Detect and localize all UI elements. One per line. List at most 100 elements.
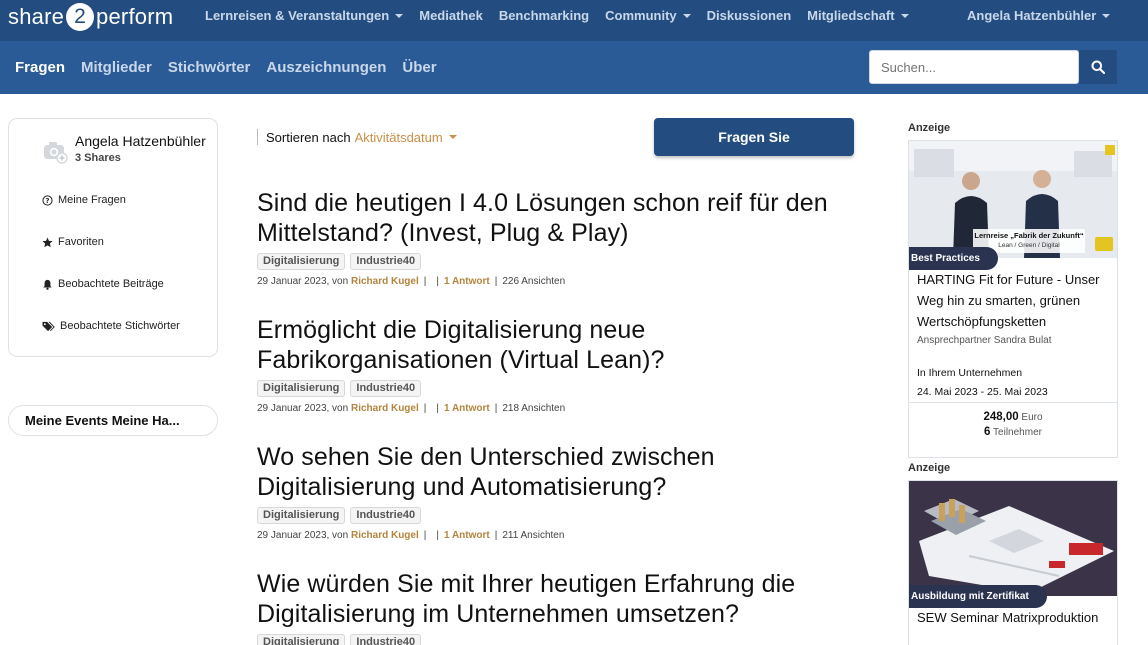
answers-link[interactable]: 1 Antwort <box>444 276 490 287</box>
question-tags: Digitalisierung Industrie40 <box>257 380 857 397</box>
sidebar-link-meine-fragen[interactable]: ? Meine Fragen <box>42 194 126 206</box>
tag-badge[interactable]: Industrie40 <box>350 253 422 270</box>
nav-item-lernreisen-veranstaltungen[interactable]: Lernreisen & Veranstaltungen <box>205 8 404 23</box>
question-title[interactable]: Ermöglicht die Digitalisierung neue Fabr… <box>257 315 857 375</box>
meta-separator: | <box>494 530 498 541</box>
question-meta: 29 Januar 2023, von Richard Kugel | | 1 Ant… <box>257 530 857 541</box>
search-icon <box>1091 60 1105 74</box>
author-link[interactable]: Richard Kugel <box>351 403 419 414</box>
ad-badge: Best Practices <box>909 247 998 270</box>
chevron-down-icon <box>1102 13 1111 18</box>
sort-label: Sortieren nach <box>266 129 351 145</box>
nav-item-benchmarking[interactable]: Benchmarking <box>499 8 589 23</box>
question-title[interactable]: Wie würden Sie mit Ihrer heutigen Erfahr… <box>257 569 857 629</box>
star-icon <box>42 236 53 247</box>
meta-separator: | <box>494 403 498 414</box>
chevron-down-icon <box>395 13 404 18</box>
meta-separator: | <box>423 276 427 287</box>
ad-badge: Ausbildung mit Zertifikat <box>909 585 1047 608</box>
user-menu-name: Angela Hatzenbühler <box>967 8 1097 23</box>
question-title[interactable]: Wo sehen Sie den Unterschied zwischen Di… <box>257 442 857 502</box>
author-link[interactable]: Richard Kugel <box>351 276 419 287</box>
nav-item-diskussionen[interactable]: Diskussionen <box>707 8 792 23</box>
question-tags: Digitalisierung Industrie40 <box>257 253 857 270</box>
question-item: Wo sehen Sie den Unterschied zwischen Di… <box>257 442 857 541</box>
tab-über[interactable]: Über <box>402 59 436 76</box>
question-item: Ermöglicht die Digitalisierung neue Fabr… <box>257 315 857 414</box>
answers-link[interactable]: 1 Antwort <box>444 403 490 414</box>
ad-dates: 24. Mai 2023 - 25. Mai 2023 <box>917 386 1048 398</box>
user-menu[interactable]: Angela Hatzenbühler <box>967 8 1111 23</box>
answers-link[interactable]: 1 Antwort <box>444 530 490 541</box>
tab-stichwörter[interactable]: Stichwörter <box>168 59 251 76</box>
ad-title[interactable]: HARTING Fit for Future - Unser Weg hin z… <box>909 269 1117 332</box>
ad-price-unit: Euro <box>1021 412 1043 423</box>
nav-item-label: Benchmarking <box>498 8 590 23</box>
nav-item-label: Diskussionen <box>706 8 792 23</box>
sidebar-link-label: Beobachtete Stichwörter <box>60 320 180 332</box>
event-photo-image: Lernreise „Fabrik der Zukunft“ Lean / Gr… <box>909 141 1117 258</box>
author-link[interactable]: Richard Kugel <box>351 530 419 541</box>
sidebar-link-beobachtete-stichwoerter[interactable]: Beobachtete Stichwörter <box>42 320 180 332</box>
meta-separator: | <box>436 403 439 414</box>
ad-title[interactable]: SEW Seminar Matrixproduktion <box>909 607 1117 628</box>
sort-dropdown[interactable]: Aktivitätsdatum <box>355 130 457 145</box>
ad-label: Anzeige <box>908 462 951 474</box>
logo-text-share: share <box>8 4 65 29</box>
ad-image-caption-1: Lernreise „Fabrik der Zukunft“ <box>974 231 1083 240</box>
sidebar-link-favoriten[interactable]: Favoriten <box>42 236 104 248</box>
tags-icon <box>42 321 55 331</box>
tag-badge[interactable]: Industrie40 <box>350 380 422 397</box>
profile-name[interactable]: Angela Hatzenbühler <box>75 133 217 149</box>
tab-fragen[interactable]: Fragen <box>15 59 65 76</box>
tab-mitglieder[interactable]: Mitglieder <box>81 59 152 76</box>
search-button[interactable] <box>1079 50 1117 84</box>
sort-control: Sortieren nach Aktivitätsdatum <box>257 129 457 145</box>
question-date: 29 Januar 2023, von <box>257 276 349 287</box>
question-meta: 29 Januar 2023, von Richard Kugel | | 1 Ant… <box>257 276 857 287</box>
tag-badge[interactable]: Digitalisierung <box>257 634 346 645</box>
chevron-down-icon <box>682 13 691 18</box>
nav-item-label: Community <box>605 8 677 23</box>
tag-badge[interactable]: Digitalisierung <box>257 253 346 270</box>
question-date: 29 Januar 2023, von <box>257 403 349 414</box>
question-date: 29 Januar 2023, von <box>257 530 349 541</box>
sidebar-link-label: Meine Fragen <box>58 194 126 206</box>
chevron-down-icon <box>900 13 909 18</box>
ad-card[interactable]: Ausbildung mit Zertifikat SEW Seminar Ma… <box>908 480 1118 645</box>
tag-badge[interactable]: Industrie40 <box>350 507 422 524</box>
profile-shares: 3 Shares <box>75 152 121 164</box>
nav-item-label: Lernreisen & Veranstaltungen <box>205 8 390 23</box>
search-input[interactable] <box>869 50 1079 84</box>
meta-separator: | <box>436 530 439 541</box>
ad-image: Ausbildung mit Zertifikat <box>909 481 1117 608</box>
views-count: 211 Ansichten <box>502 530 565 541</box>
tag-badge[interactable]: Industrie40 <box>350 634 422 645</box>
ad-card[interactable]: Lernreise „Fabrik der Zukunft“ Lean / Gr… <box>908 140 1118 458</box>
logo-text-perform: perform <box>96 4 174 29</box>
tab-auszeichnungen[interactable]: Auszeichnungen <box>266 59 386 76</box>
meta-separator: | <box>436 276 439 287</box>
meta-separator: | <box>423 403 427 414</box>
question-item: Sind die heutigen I 4.0 Lösungen schon r… <box>257 188 857 287</box>
main-menu: Lernreisen & Veranstaltungen Mediathek Ben… <box>205 8 925 23</box>
ask-question-button[interactable]: Fragen Sie <box>654 118 854 156</box>
tag-badge[interactable]: Digitalisierung <box>257 380 346 397</box>
nav-item-label: Mediathek <box>419 8 483 23</box>
tag-badge[interactable]: Digitalisierung <box>257 507 346 524</box>
question-title[interactable]: Sind die heutigen I 4.0 Lösungen schon r… <box>257 188 857 248</box>
nav-item-community[interactable]: Community <box>605 8 691 23</box>
svg-text:?: ? <box>46 196 50 204</box>
ad-location: In Ihrem Unternehmen <box>917 367 1023 379</box>
ad-image: Lernreise „Fabrik der Zukunft“ Lean / Gr… <box>909 141 1117 270</box>
nav-item-mitgliedschaft[interactable]: Mitgliedschaft <box>807 8 909 23</box>
site-logo[interactable]: share 2 perform <box>8 2 173 32</box>
question-item: Wie würden Sie mit Ihrer heutigen Erfahr… <box>257 569 857 645</box>
meta-separator: | <box>494 276 498 287</box>
events-tab-box[interactable]: Meine Events Meine Ha... <box>8 405 218 436</box>
sidebar-link-beobachtete-beitraege[interactable]: Beobachtete Beiträge <box>42 278 164 290</box>
nav-item-mediathek[interactable]: Mediathek <box>419 8 483 23</box>
question-circle-icon: ? <box>42 194 53 206</box>
question-tags: Digitalisierung Industrie40 <box>257 634 857 645</box>
question-meta: 29 Januar 2023, von Richard Kugel | | 1 Ant… <box>257 403 857 414</box>
